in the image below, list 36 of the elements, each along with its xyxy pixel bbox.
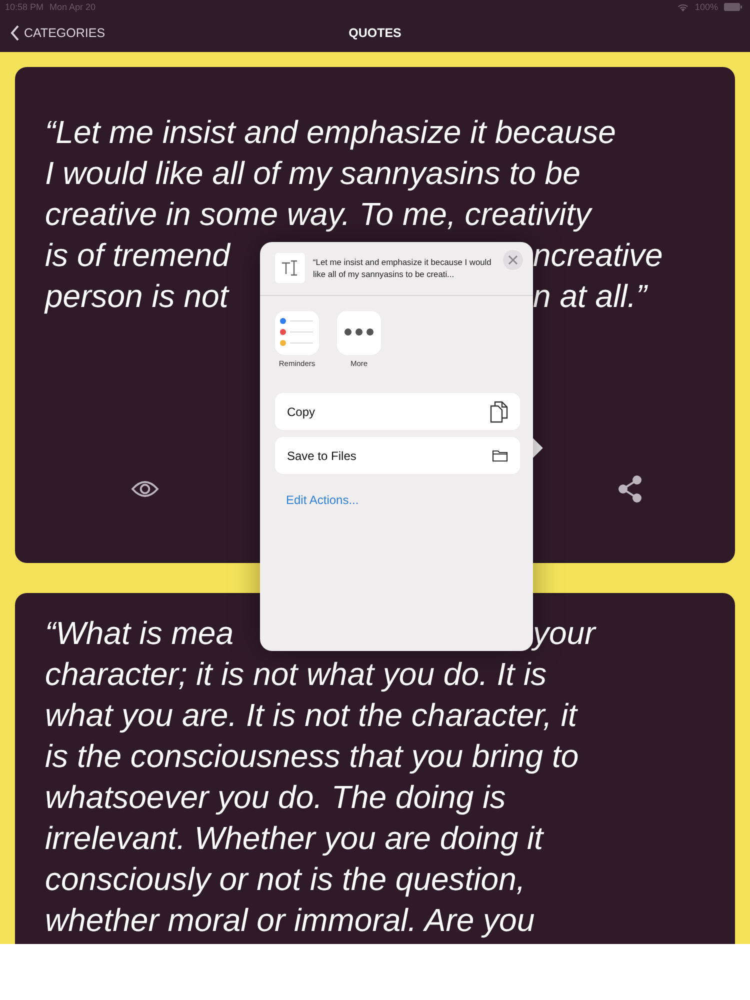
close-button[interactable] (503, 250, 523, 270)
share-preview-text: “Let me insist and emphasize it because I would like all of my sannyasins to be creati... (313, 256, 492, 280)
battery-icon (724, 3, 742, 11)
more-icon[interactable] (337, 311, 381, 355)
quote-text: ncreative (533, 236, 663, 275)
quote-text: is of tremend (45, 236, 230, 275)
share-icon[interactable] (617, 475, 643, 503)
wifi-icon (676, 2, 689, 12)
quote-text: whether moral or immoral. Are you (45, 902, 535, 938)
quote-text: n at all.” (533, 277, 647, 316)
quote-text: I would like all of my sannyasins to be (45, 155, 580, 191)
quote-text: your (533, 614, 596, 653)
quote-text: what you are. It is not the character, it (45, 697, 577, 733)
reminders-app-icon[interactable] (275, 311, 319, 355)
quote-text: “Let me insist and emphasize it because (45, 114, 616, 150)
quote-text: irrelevant. Whether you are doing it (45, 820, 544, 856)
status-time: 10:58 PM (5, 2, 44, 12)
folder-icon (492, 449, 508, 462)
chevron-left-icon (10, 25, 20, 41)
eye-icon[interactable] (131, 480, 159, 498)
share-action[interactable]: Copy (275, 393, 520, 430)
quote-text: person is not (45, 277, 228, 316)
quote-text: consciously or not is the question, (45, 861, 526, 897)
quote-text: is the consciousness that you bring to (45, 738, 579, 774)
nav-title: QUOTES (348, 26, 402, 40)
back-button[interactable]: CATEGORIES (0, 25, 106, 41)
quote-text: whatsoever you do. The doing is (45, 779, 506, 815)
status-date: Mon Apr 20 (50, 2, 96, 12)
quote-text: “What is mea (45, 614, 234, 653)
quote-text: creative in some way. To me, creativity (45, 196, 591, 232)
quote-text: character; it is not what you do. It is (45, 656, 547, 692)
share-action[interactable]: Save to Files (275, 437, 520, 474)
text-document-icon (275, 253, 305, 283)
close-icon (508, 255, 518, 265)
battery-percent: 100% (694, 2, 718, 12)
copy-icon (490, 400, 508, 422)
